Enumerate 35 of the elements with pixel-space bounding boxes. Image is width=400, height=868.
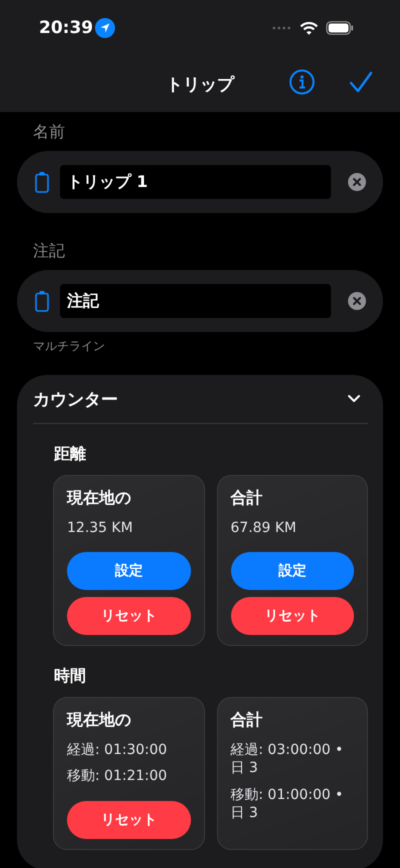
- field-label: 注記: [32, 240, 66, 262]
- text-field[interactable]: トリップ 1: [60, 165, 331, 199]
- clipboard-icon[interactable]: [35, 290, 49, 312]
- tile-value: 12.35 KM: [67, 519, 134, 538]
- info-icon[interactable]: [289, 69, 315, 95]
- reset-button[interactable]: リセット: [230, 597, 354, 636]
- tile-title: 合計: [230, 488, 264, 509]
- tile-value: 経過: 01:30:00: [67, 741, 168, 760]
- clear-icon[interactable]: [348, 292, 366, 310]
- chevron-icon[interactable]: [347, 394, 361, 404]
- wifi-icon: [300, 22, 318, 34]
- tile-title: 合計: [230, 710, 264, 732]
- tile-title: 現在地の: [67, 488, 132, 509]
- section-title: カウンター: [33, 388, 118, 410]
- status-time: 20:39: [39, 18, 94, 38]
- tile-value: 移動: 01:21:00: [67, 767, 168, 786]
- reset-button[interactable]: リセット: [67, 597, 190, 636]
- subsection-title: 距離: [53, 443, 87, 465]
- field-label: 名前: [32, 121, 66, 143]
- set-button[interactable]: 設定: [67, 552, 190, 590]
- reset-button[interactable]: リセット: [67, 800, 190, 839]
- field-footnote: マルチライン: [32, 338, 106, 355]
- clipboard-icon[interactable]: [35, 171, 49, 193]
- tile-value: 経過: 03:00:00 • 日 3: [230, 741, 344, 778]
- tile-value: 67.89 KM: [230, 519, 298, 538]
- clear-icon[interactable]: [348, 173, 366, 191]
- subsection-title: 時間: [53, 665, 87, 688]
- tile-value: 移動: 01:00:00 • 日 3: [230, 786, 344, 822]
- checkmark-icon[interactable]: [349, 71, 373, 93]
- nav-title: トリップ: [166, 74, 234, 96]
- text-field[interactable]: 注記: [60, 284, 331, 318]
- signal-icon: [272, 26, 292, 30]
- tile-title: 現在地の: [67, 710, 132, 732]
- battery-icon: [326, 21, 354, 35]
- set-button[interactable]: 設定: [230, 552, 354, 590]
